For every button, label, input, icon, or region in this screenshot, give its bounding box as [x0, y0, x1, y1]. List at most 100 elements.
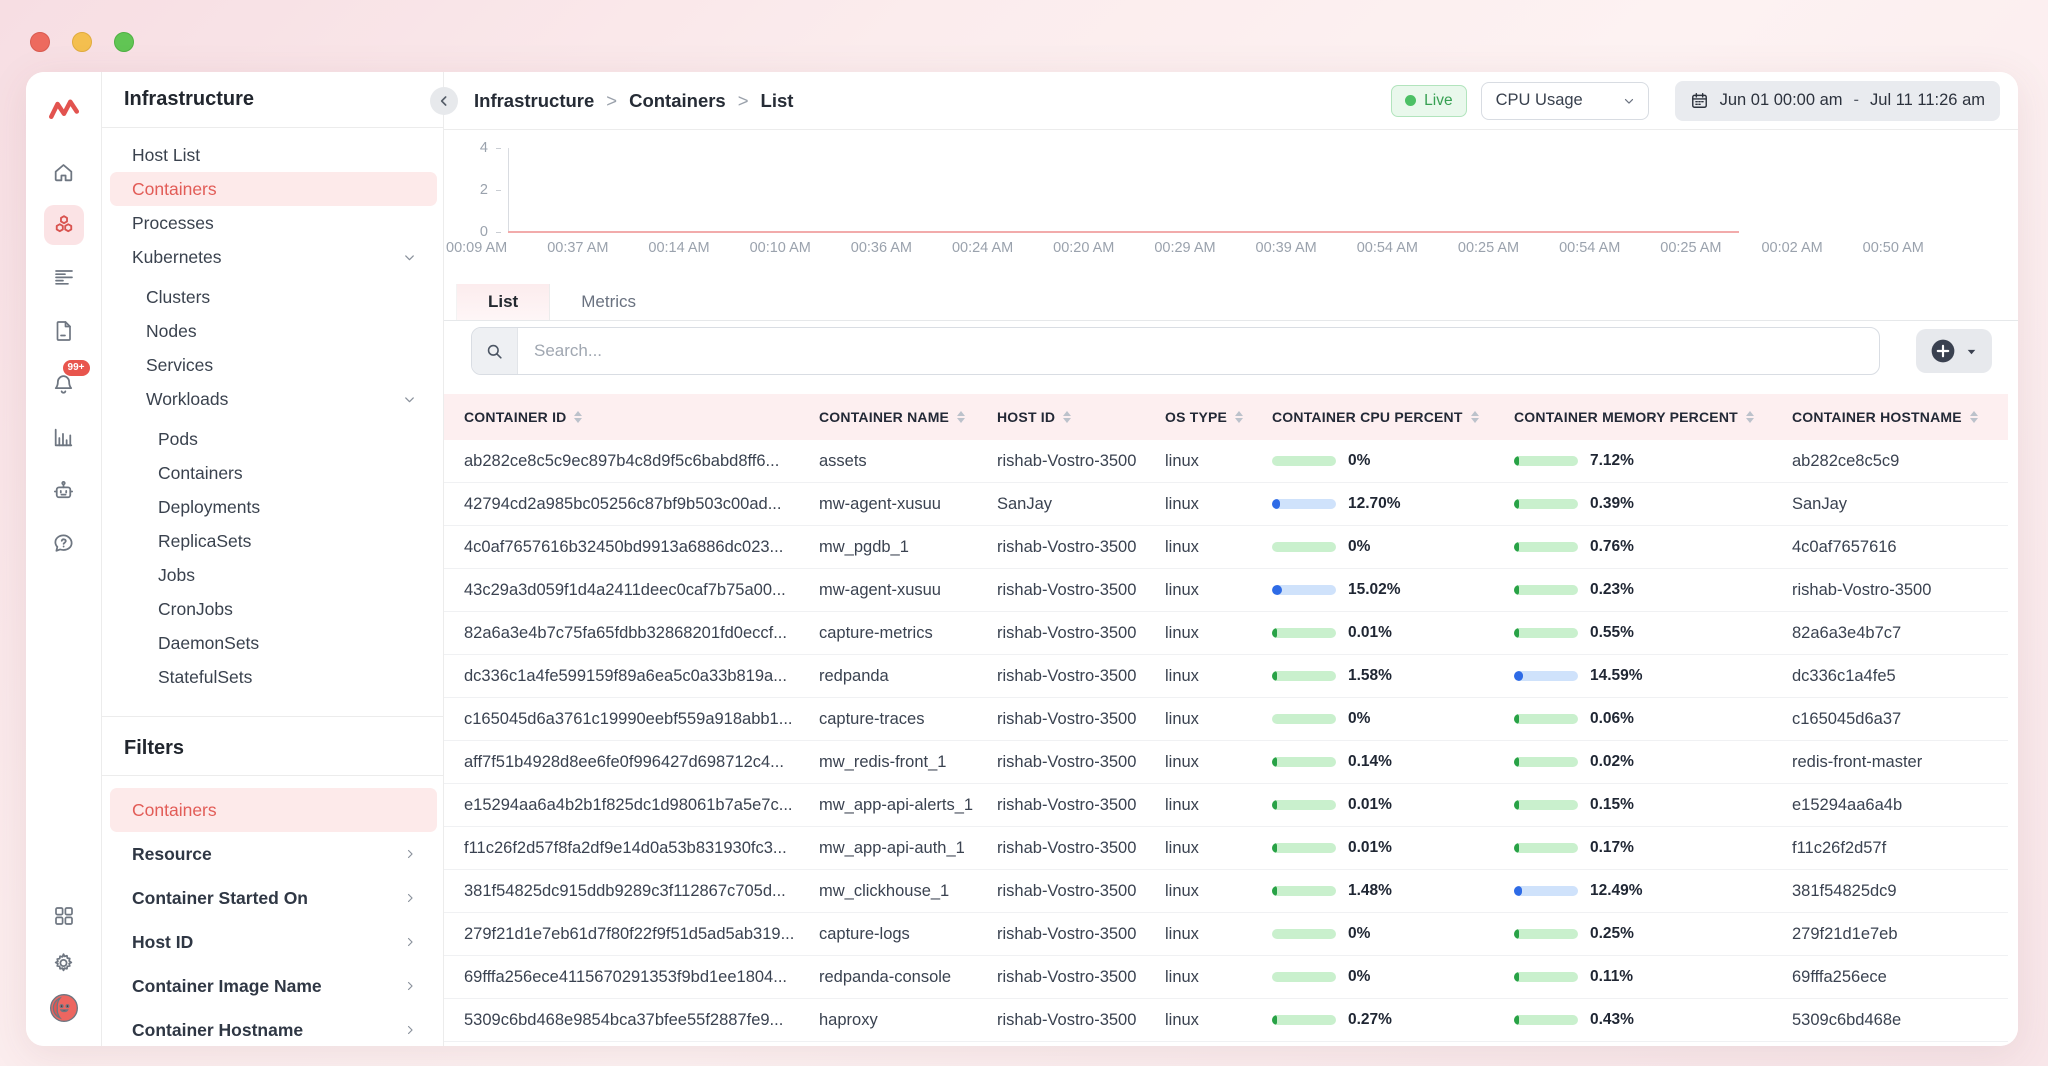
table-row[interactable]: 4c0af7657616b32450bd9913a6886dc023... mw_…	[444, 526, 2008, 569]
host-id-cell: rishab-Vostro-3500	[997, 709, 1137, 728]
rail-logs-icon[interactable]	[44, 258, 84, 298]
os-type-cell: linux	[1165, 623, 1199, 642]
table-row[interactable]: 279f21d1e7eb61d7f80f22f9f51d5ad5ab319...…	[444, 913, 2008, 956]
memory-percent-cell: 0.23%	[1514, 581, 1792, 599]
sidebar-item-containers[interactable]: Containers	[110, 456, 437, 490]
sort-icon[interactable]	[1235, 411, 1244, 423]
sidebar-item-label: Processes	[132, 212, 214, 233]
rail-reports-icon[interactable]	[44, 311, 84, 351]
close-button[interactable]	[30, 32, 50, 52]
table-row[interactable]: aff7f51b4928d8ee6fe0f996427d698712c4... m…	[444, 741, 2008, 784]
sort-icon[interactable]	[1470, 411, 1479, 423]
column-header-container-memory-percent[interactable]: CONTAINER MEMORY PERCENT	[1514, 409, 1792, 425]
table-header-row: CONTAINER ID CONTAINER NAME HOST ID OS TYPE…	[444, 394, 2008, 440]
container-hostname-cell: c165045d6a37	[1792, 709, 1902, 728]
filter-item-host-id[interactable]: Host ID	[110, 920, 437, 964]
column-header-container-hostname[interactable]: CONTAINER HOSTNAME	[1792, 409, 2008, 425]
rail-bot-icon[interactable]	[44, 470, 84, 510]
table-row[interactable]: ab282ce8c5c9ec897b4c8d9f5c6babd8ff6... as…	[444, 440, 2008, 483]
table-row[interactable]: 43c29a3d059f1d4a2411deec0caf7b75a00... mw…	[444, 569, 2008, 612]
sidebar-item-workloads[interactable]: Workloads	[110, 382, 437, 416]
sidebar-item-daemonsets[interactable]: DaemonSets	[110, 626, 437, 660]
rail-settings-icon[interactable]	[44, 942, 84, 982]
container-hostname-cell: 69fffa256ece	[1792, 967, 1887, 986]
filter-item-containers[interactable]: Containers	[110, 788, 437, 832]
sort-icon[interactable]	[1063, 411, 1072, 423]
rail-apps-icon[interactable]	[44, 896, 84, 936]
column-header-container-cpu-percent[interactable]: CONTAINER CPU PERCENT	[1272, 409, 1514, 425]
maximize-button[interactable]	[114, 32, 134, 52]
filter-item-resource[interactable]: Resource	[110, 832, 437, 876]
sidebar-item-jobs[interactable]: Jobs	[110, 558, 437, 592]
table-row[interactable]: e15294aa6a4b2b1f825dc1d98061b7a5e7c... mw…	[444, 784, 2008, 827]
table-row[interactable]: 82a6a3e4b7c75fa65fdbb32868201fd0eccf... c…	[444, 612, 2008, 655]
filter-item-container-hostname[interactable]: Container Hostname	[110, 1008, 437, 1046]
sidebar-item-nodes[interactable]: Nodes	[110, 314, 437, 348]
sidebar-item-label: CronJobs	[158, 598, 233, 619]
sidebar-collapse-button[interactable]	[430, 87, 458, 115]
filter-item-label: Containers	[132, 799, 217, 820]
rail-dashboards-icon[interactable]	[44, 417, 84, 457]
x-axis-tick-label: 00:54 AM	[1356, 240, 1418, 256]
tab-metrics[interactable]: Metrics	[550, 284, 667, 320]
breadcrumb-item[interactable]: Infrastructure	[474, 90, 594, 112]
sort-icon[interactable]	[1745, 411, 1754, 423]
table-row[interactable]: dc336c1a4fe599159f89a6ea5c0a33b819a... re…	[444, 655, 2008, 698]
breadcrumb-item[interactable]: List	[761, 90, 794, 112]
live-toggle[interactable]: Live	[1391, 84, 1467, 117]
middleware-logo-icon[interactable]	[44, 90, 84, 130]
filter-item-container-image-name[interactable]: Container Image Name	[110, 964, 437, 1008]
sort-icon[interactable]	[1969, 411, 1978, 423]
memory-percent-cell: 7.12%	[1514, 452, 1792, 470]
container-name-cell: mw_app-api-auth_1	[819, 838, 965, 857]
sidebar-item-processes[interactable]: Processes	[110, 206, 437, 240]
sidebar-item-cronjobs[interactable]: CronJobs	[110, 592, 437, 626]
rail-alerts-icon[interactable]: 99+	[44, 360, 90, 404]
memory-percent-value: 0.25%	[1590, 925, 1634, 942]
column-header-container-id[interactable]: CONTAINER ID	[464, 409, 819, 425]
table-row[interactable]: 381f54825dc915ddb9289c3f112867c705d... mw…	[444, 870, 2008, 913]
breadcrumb-item[interactable]: Containers	[629, 90, 726, 112]
column-header-os-type[interactable]: OS TYPE	[1165, 409, 1272, 425]
table-row[interactable]: f11c26f2d57f8fa2df9e14d0a53b831930fc3...…	[444, 827, 2008, 870]
sidebar-item-deployments[interactable]: Deployments	[110, 490, 437, 524]
table-row[interactable]: 42794cd2a985bc05256c87bf9b503c00ad... mw-…	[444, 483, 2008, 526]
cpu-percent-bar	[1272, 456, 1336, 466]
sidebar-item-host-list[interactable]: Host List	[110, 138, 437, 172]
column-header-container-name[interactable]: CONTAINER NAME	[819, 409, 997, 425]
add-widget-button[interactable]	[1916, 329, 1992, 373]
sidebar-item-kubernetes[interactable]: Kubernetes	[110, 240, 437, 274]
column-header-host-id[interactable]: HOST ID	[997, 409, 1165, 425]
table-row[interactable]: c165045d6a3761c19990eebf559a918abb1... ca…	[444, 698, 2008, 741]
sort-icon[interactable]	[574, 411, 583, 423]
minimize-button[interactable]	[72, 32, 92, 52]
memory-percent-value: 14.59%	[1590, 667, 1643, 684]
memory-percent-bar	[1514, 456, 1578, 466]
sidebar-item-clusters[interactable]: Clusters	[110, 280, 437, 314]
sidebar-item-pods[interactable]: Pods	[110, 422, 437, 456]
tab-list[interactable]: List	[456, 284, 551, 320]
infrastructure-sidebar: Infrastructure Host List Containers Proces…	[102, 72, 444, 1046]
search-input[interactable]	[518, 328, 1879, 374]
sidebar-item-replicasets[interactable]: ReplicaSets	[110, 524, 437, 558]
filter-item-container-started-on[interactable]: Container Started On	[110, 876, 437, 920]
os-type-cell: linux	[1165, 1010, 1199, 1029]
container-id-cell: 42794cd2a985bc05256c87bf9b503c00ad...	[464, 494, 782, 513]
table-row[interactable]: 5309c6bd468e9854bca37bfee55f2887fe9... ha…	[444, 999, 2008, 1042]
sidebar-item-containers[interactable]: Containers	[110, 172, 437, 206]
sort-icon[interactable]	[957, 411, 966, 423]
date-range-picker[interactable]: Jun 01 00:00 am - Jul 11 11:26 am	[1674, 80, 2000, 121]
rail-help-icon[interactable]	[44, 523, 84, 563]
sidebar-item-statefulsets[interactable]: StatefulSets	[110, 660, 437, 694]
rail-infrastructure-icon[interactable]	[43, 205, 84, 245]
table-row[interactable]: 69fffa256ece4115670291353f9bd1ee1804... r…	[444, 956, 2008, 999]
date-range-separator: -	[1853, 91, 1860, 109]
sidebar-item-services[interactable]: Services	[110, 348, 437, 382]
rail-account-icon[interactable]	[44, 988, 84, 1028]
metric-select[interactable]: CPU Usage	[1480, 81, 1649, 120]
rail-home-icon[interactable]	[44, 152, 84, 192]
x-axis-tick-label: 00:14 AM	[648, 240, 710, 256]
x-axis-tick-label: 00:37 AM	[547, 240, 609, 256]
alerts-count-badge: 99+	[62, 360, 90, 376]
cpu-percent-cell: 15.02%	[1272, 581, 1514, 599]
